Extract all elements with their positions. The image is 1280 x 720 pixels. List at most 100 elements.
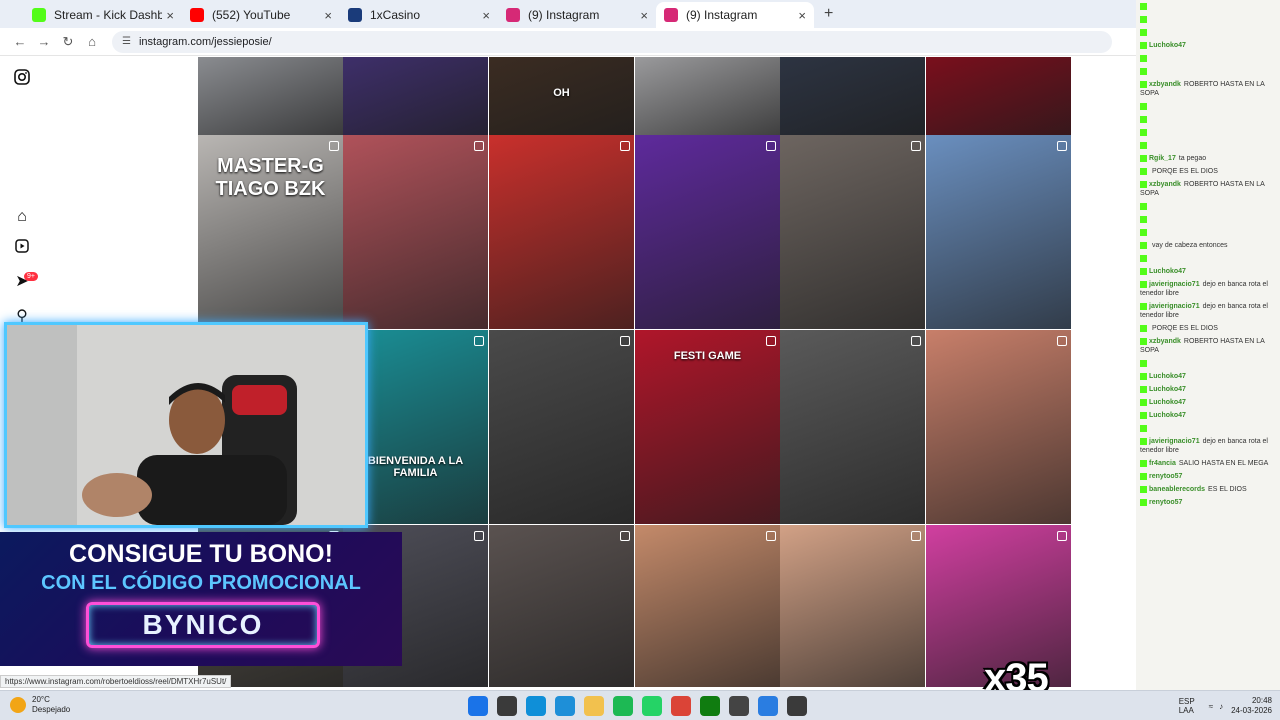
chat-username[interactable]: Luchoko47: [1149, 373, 1186, 380]
language-indicator[interactable]: ESP LAA: [1179, 697, 1201, 715]
chat-message: Luchoko47: [1136, 396, 1280, 409]
kick-badge-icon: [1140, 28, 1147, 36]
post-thumbnail[interactable]: [635, 57, 780, 135]
post-thumbnail[interactable]: OH: [489, 57, 634, 135]
post-thumbnail[interactable]: [780, 525, 925, 687]
instagram-logo-icon[interactable]: [12, 69, 32, 89]
new-tab-icon[interactable]: +: [824, 5, 833, 23]
post-thumbnail[interactable]: [780, 330, 925, 524]
chat-username[interactable]: renytoo57: [1149, 499, 1182, 506]
chat-username[interactable]: javierignacio71: [1149, 303, 1200, 310]
reel-icon: [474, 141, 484, 151]
tab-close-icon[interactable]: ×: [324, 8, 332, 23]
post-thumbnail[interactable]: [926, 135, 1071, 329]
tab-close-icon[interactable]: ×: [798, 8, 806, 23]
chat-message: [1136, 13, 1280, 26]
chat-message: xzbyandk ROBERTO HASTA EN LA SOPA: [1136, 335, 1280, 357]
address-bar[interactable]: ☰ instagram.com/jessieposie/: [112, 30, 1112, 53]
link-status-bar: https://www.instagram.com/robertoeldioss…: [0, 675, 232, 688]
browser-tab[interactable]: (9) Instagram ×: [498, 2, 656, 28]
promo-code: BYNICO: [86, 602, 320, 648]
post-thumbnail[interactable]: [198, 57, 343, 135]
chat-message: [1136, 200, 1280, 213]
post-thumbnail[interactable]: FESTI GAME: [635, 330, 780, 524]
tab-title: (552) YouTube: [212, 8, 291, 22]
wifi-icon[interactable]: ≈: [1209, 702, 1213, 711]
post-thumbnail[interactable]: [780, 135, 925, 329]
back-icon[interactable]: ←: [8, 34, 32, 49]
reels-icon[interactable]: [12, 239, 32, 259]
post-thumbnail[interactable]: [343, 135, 488, 329]
whatsapp-icon[interactable]: [642, 696, 662, 716]
chat-text: vay de cabeza entonces: [1152, 242, 1228, 249]
promo-subheadline: CON EL CÓDIGO PROMOCIONAL: [41, 572, 361, 594]
chat-username[interactable]: Luchoko47: [1149, 412, 1186, 419]
post-thumbnail[interactable]: [926, 330, 1071, 524]
chat-message: baneablerecords ES EL DIOS: [1136, 483, 1280, 496]
store-icon[interactable]: [555, 696, 575, 716]
kick-badge-icon: [1140, 128, 1147, 136]
tab-title: (9) Instagram: [528, 8, 600, 22]
post-thumbnail[interactable]: [489, 330, 634, 524]
clock[interactable]: 20:48 24-03-2026: [1231, 696, 1272, 716]
tab-favicon-icon: [506, 8, 520, 22]
chat-username[interactable]: Luchoko47: [1149, 42, 1186, 49]
volume-icon[interactable]: ♪: [1219, 702, 1223, 711]
post-thumbnail[interactable]: [489, 525, 634, 687]
chat-username[interactable]: Rgik_17: [1149, 155, 1176, 162]
chat-username[interactable]: fr4ancia: [1149, 460, 1176, 467]
home-icon[interactable]: ⌂: [12, 207, 32, 227]
home-icon[interactable]: ⌂: [80, 34, 104, 49]
post-thumbnail[interactable]: MASTER-G TIAGO BZK: [198, 135, 343, 329]
weather-sun-icon: [10, 697, 26, 713]
chat-message: Luchoko47: [1136, 370, 1280, 383]
kick-badge-icon: [1140, 2, 1147, 10]
browser-tab[interactable]: Stream - Kick Dashboard×: [24, 2, 182, 28]
chrome-icon[interactable]: [671, 696, 691, 716]
post-thumbnail[interactable]: [635, 525, 780, 687]
obs-icon[interactable]: [787, 696, 807, 716]
chat-message: renytoo57: [1136, 470, 1280, 483]
forward-icon[interactable]: →: [32, 34, 56, 49]
browser-tab[interactable]: 1xCasino ×: [340, 2, 498, 28]
chat-username[interactable]: javierignacio71: [1149, 438, 1200, 445]
search-icon[interactable]: [497, 696, 517, 716]
start-icon[interactable]: [468, 696, 488, 716]
chat-username[interactable]: baneablerecords: [1149, 486, 1205, 493]
chat-username[interactable]: xzbyandk: [1149, 181, 1181, 188]
xbox-icon[interactable]: [700, 696, 720, 716]
chat-username[interactable]: Luchoko47: [1149, 399, 1186, 406]
tab-close-icon[interactable]: ×: [166, 8, 174, 23]
reel-icon: [1057, 141, 1067, 151]
explorer-icon[interactable]: [584, 696, 604, 716]
app-icon[interactable]: [729, 696, 749, 716]
kick-badge-icon: [1140, 372, 1147, 380]
tab-title: Stream - Kick Dashboard: [54, 8, 163, 22]
tab-close-icon[interactable]: ×: [640, 8, 648, 23]
edge-icon[interactable]: [526, 696, 546, 716]
kick-badge-icon: [1140, 154, 1147, 162]
browser-tab[interactable]: (9) Instagram ×: [656, 2, 814, 28]
chat-username[interactable]: renytoo57: [1149, 473, 1182, 480]
post-caption: BIENVENIDA A LA FAMILIA: [367, 455, 464, 479]
post-thumbnail[interactable]: [489, 135, 634, 329]
site-info-icon[interactable]: ☰: [122, 36, 131, 47]
reload-icon[interactable]: ↻: [56, 34, 80, 50]
chat-username[interactable]: Luchoko47: [1149, 268, 1186, 275]
post-thumbnail[interactable]: [780, 57, 925, 135]
tab-close-icon[interactable]: ×: [482, 8, 490, 23]
post-thumbnail[interactable]: [343, 57, 488, 135]
browser-tab[interactable]: (552) YouTube ×: [182, 2, 340, 28]
weather-widget[interactable]: 20°C Despejado: [10, 695, 70, 715]
kick-badge-icon: [1140, 498, 1147, 506]
post-thumbnail[interactable]: [926, 57, 1071, 135]
chat-username[interactable]: javierignacio71: [1149, 281, 1200, 288]
kick-badge-icon: [1140, 398, 1147, 406]
notes-icon[interactable]: [758, 696, 778, 716]
chat-username[interactable]: xzbyandk: [1149, 81, 1181, 88]
chat-username[interactable]: Luchoko47: [1149, 386, 1186, 393]
chat-username[interactable]: xzbyandk: [1149, 338, 1181, 345]
post-thumbnail[interactable]: [635, 135, 780, 329]
spotify-icon[interactable]: [613, 696, 633, 716]
chat-message: PORQE ES EL DIOS: [1136, 165, 1280, 178]
